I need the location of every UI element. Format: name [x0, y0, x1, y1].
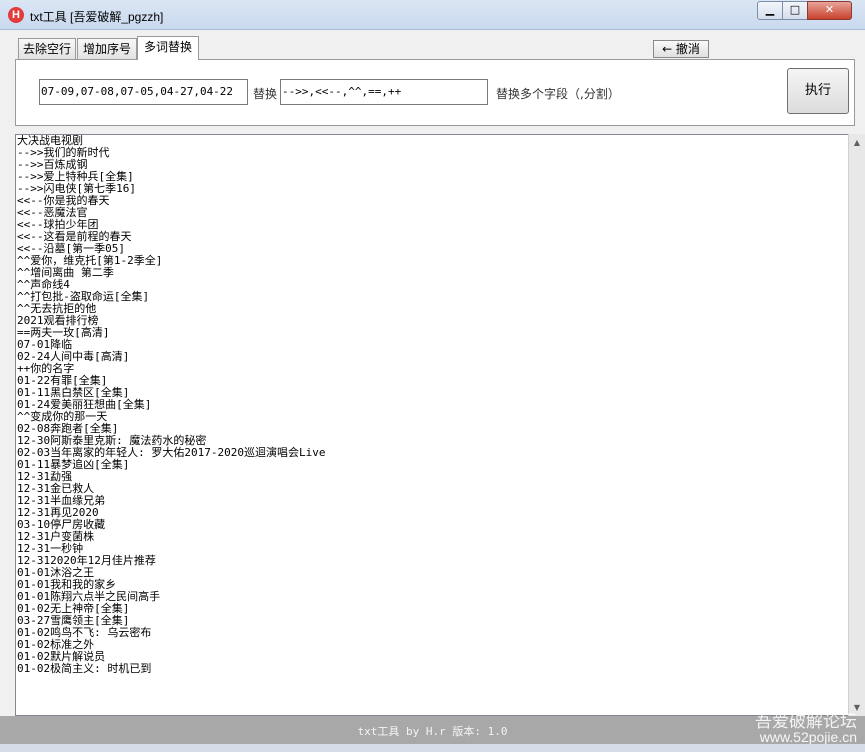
replace-terms-input[interactable]: -->>,<<--,^^,==,++	[280, 79, 488, 105]
text-line: 01-02极简主义: 时机已到	[17, 662, 152, 675]
search-terms-input[interactable]: 07-09,07-08,07-05,04-27,04-22	[39, 79, 248, 105]
tab-add-numbering[interactable]: 增加序号	[77, 38, 137, 59]
title-bar: H txt工具 [吾爱破解_pgzzh] ▁ □ ✕	[0, 0, 865, 30]
app-icon: H	[8, 7, 24, 23]
scroll-up-icon[interactable]: ▲	[849, 134, 865, 151]
watermark-url: www.52pojie.cn	[759, 729, 857, 745]
execute-button[interactable]: 执行	[787, 68, 849, 114]
tab-remove-blank-lines[interactable]: 去除空行	[18, 38, 76, 59]
minimize-button[interactable]: ▁	[757, 1, 783, 20]
replace-label: 替换	[253, 87, 278, 101]
status-bar: txt工具 by H.r 版本: 1.0	[0, 716, 865, 744]
undo-button[interactable]: ← 撤消	[653, 40, 709, 58]
replace-hint: 替换多个字段（,分割）	[496, 87, 620, 101]
vertical-scrollbar[interactable]: ▲ ▼	[848, 134, 865, 716]
window-title: txt工具 [吾爱破解_pgzzh]	[30, 10, 164, 24]
status-text: txt工具 by H.r 版本: 1.0	[357, 725, 508, 738]
window-bottom-edge	[0, 744, 865, 752]
text-content-area[interactable]: 大决战电视剧 -->>我们的新时代 -->>百炼成钢 -->>爱上特种兵[全集] -->…	[15, 134, 849, 716]
tab-multi-replace[interactable]: 多词替换	[137, 36, 199, 60]
text-lines: 大决战电视剧 -->>我们的新时代 -->>百炼成钢 -->>爱上特种兵[全集] -->…	[17, 135, 325, 675]
close-button[interactable]: ✕	[807, 1, 852, 20]
maximize-button[interactable]: □	[782, 1, 808, 20]
